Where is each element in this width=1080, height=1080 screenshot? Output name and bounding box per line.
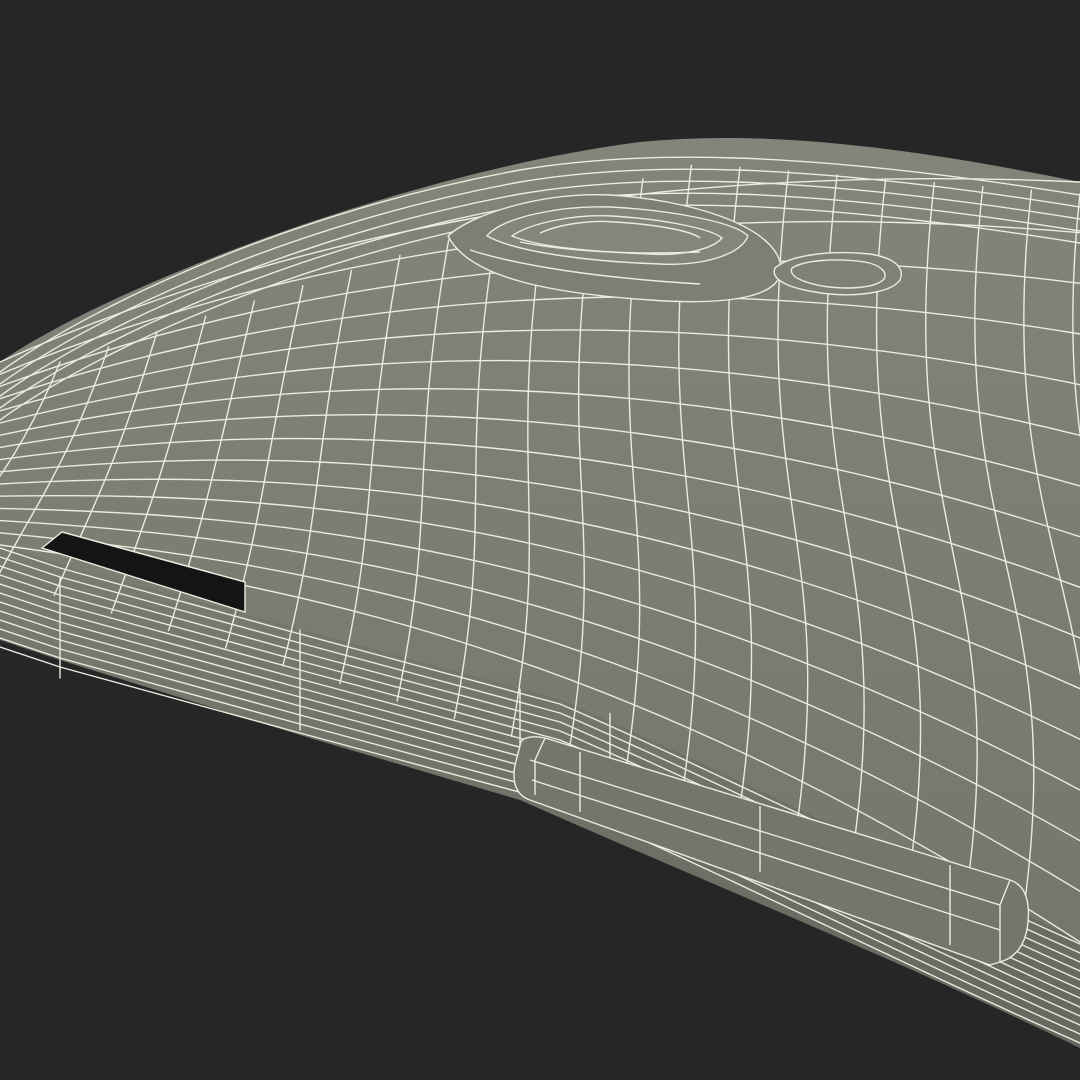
- wireframe-render: [0, 0, 1080, 1080]
